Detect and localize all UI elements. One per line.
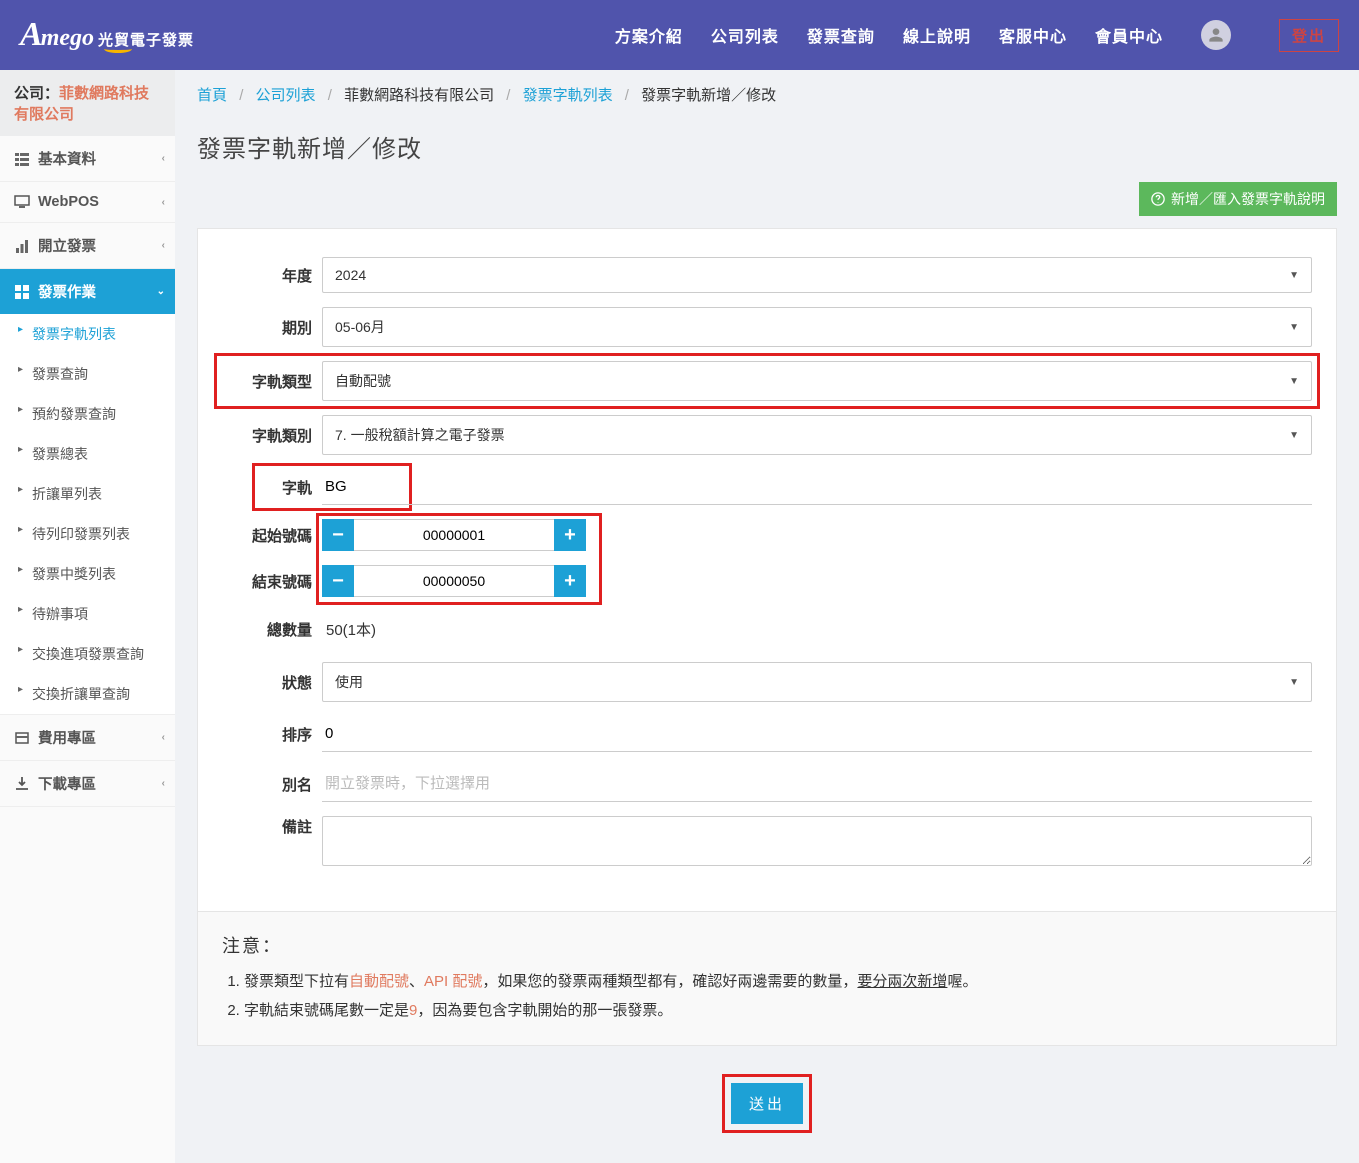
sidebar-item-label: 下載專區 bbox=[38, 773, 96, 794]
total-value: 50(1本) bbox=[322, 611, 1312, 648]
track-cat-select[interactable]: 7. 一般稅額計算之電子發票 ▼ bbox=[322, 415, 1312, 455]
year-label: 年度 bbox=[222, 265, 322, 286]
note-textarea[interactable] bbox=[322, 816, 1312, 866]
breadcrumb: 首頁 / 公司列表 / 菲數網路科技有限公司 / 發票字軌列表 / 發票字軌新增… bbox=[175, 70, 1359, 119]
sidebar-item-label: 發票作業 bbox=[38, 281, 96, 302]
submenu-track-list[interactable]: 發票字軌列表 bbox=[0, 314, 175, 354]
form-panel: 年度 2024 ▼ 期別 05-06月 ▼ bbox=[197, 228, 1337, 912]
period-select[interactable]: 05-06月 ▼ bbox=[322, 307, 1312, 347]
sidebar-item-label: 費用專區 bbox=[38, 727, 96, 748]
chevron-down-icon: ⌄ bbox=[157, 286, 165, 297]
chevron-left-icon: ‹ bbox=[162, 778, 165, 789]
submenu-todo[interactable]: 待辦事項 bbox=[0, 594, 175, 634]
nav-support[interactable]: 客服中心 bbox=[999, 23, 1067, 47]
chevron-left-icon: ‹ bbox=[162, 153, 165, 164]
submenu-pending-print[interactable]: 待列印發票列表 bbox=[0, 514, 175, 554]
start-num-label: 起始號碼 bbox=[222, 525, 322, 546]
sidebar-item-basic[interactable]: 基本資料 ‹ bbox=[0, 136, 175, 181]
track-type-select[interactable]: 自動配號 ▼ bbox=[322, 361, 1312, 401]
status-select[interactable]: 使用 ▼ bbox=[322, 662, 1312, 702]
sidebar-item-fees[interactable]: 費用專區 ‹ bbox=[0, 715, 175, 760]
caret-down-icon: ▼ bbox=[1289, 677, 1299, 688]
sidebar-item-issue[interactable]: 開立發票 ‹ bbox=[0, 223, 175, 268]
start-num-input[interactable] bbox=[354, 519, 554, 551]
sort-label: 排序 bbox=[222, 724, 322, 745]
chevron-left-icon: ‹ bbox=[162, 240, 165, 251]
submenu-invoice-summary[interactable]: 發票總表 bbox=[0, 434, 175, 474]
status-label: 狀態 bbox=[222, 672, 322, 693]
logout-button[interactable]: 登出 bbox=[1279, 19, 1339, 52]
nav-companies[interactable]: 公司列表 bbox=[711, 23, 779, 47]
sidebar-item-label: WebPOS bbox=[38, 194, 99, 210]
end-num-label: 結束號碼 bbox=[222, 571, 322, 592]
caret-down-icon: ▼ bbox=[1289, 376, 1299, 387]
nav-member[interactable]: 會員中心 bbox=[1095, 23, 1163, 47]
year-select[interactable]: 2024 ▼ bbox=[322, 257, 1312, 293]
submenu-invoice-query[interactable]: 發票查詢 bbox=[0, 354, 175, 394]
submit-button[interactable]: 送出 bbox=[731, 1083, 803, 1124]
top-header: Amego 光貿電子發票 方案介紹 公司列表 發票查詢 線上說明 客服中心 會員… bbox=[0, 0, 1359, 70]
chevron-left-icon: ‹ bbox=[162, 197, 165, 208]
avatar-icon[interactable] bbox=[1201, 20, 1231, 50]
notice-item-1: 發票類型下拉有自動配號、API 配號，如果您的發票兩種類型都有，確認好兩邊需要的… bbox=[244, 968, 1312, 997]
help-button[interactable]: 新增／匯入發票字軌說明 bbox=[1139, 182, 1337, 216]
submenu-winning-list[interactable]: 發票中獎列表 bbox=[0, 554, 175, 594]
track-type-label: 字軌類型 bbox=[222, 371, 322, 392]
alias-label: 別名 bbox=[222, 774, 322, 795]
alias-input[interactable] bbox=[322, 766, 1312, 802]
caret-down-icon: ▼ bbox=[1289, 322, 1299, 333]
submenu-allowance-list[interactable]: 折讓單列表 bbox=[0, 474, 175, 514]
sidebar-company: 公司：菲數網路科技有限公司 bbox=[0, 70, 175, 136]
end-num-input[interactable] bbox=[354, 565, 554, 597]
track-label: 字軌 bbox=[222, 477, 322, 498]
start-minus-button[interactable]: − bbox=[322, 519, 354, 551]
track-input[interactable] bbox=[322, 469, 1312, 505]
note-label: 備註 bbox=[222, 816, 322, 837]
top-nav: 方案介紹 公司列表 發票查詢 線上說明 客服中心 會員中心 登出 bbox=[615, 19, 1339, 52]
nav-invoice-query[interactable]: 發票查詢 bbox=[807, 23, 875, 47]
notice-item-2: 字軌結束號碼尾數一定是9，因為要包含字軌開始的那一張發票。 bbox=[244, 997, 1312, 1026]
total-label: 總數量 bbox=[222, 619, 322, 640]
sidebar-item-label: 基本資料 bbox=[38, 148, 96, 169]
notice-panel: 注意： 發票類型下拉有自動配號、API 配號，如果您的發票兩種類型都有，確認好兩… bbox=[197, 912, 1337, 1046]
page-title: 發票字軌新增／修改 bbox=[197, 129, 1337, 164]
question-circle-icon bbox=[1151, 192, 1165, 206]
caret-down-icon: ▼ bbox=[1289, 270, 1299, 281]
main-content: 首頁 / 公司列表 / 菲數網路科技有限公司 / 發票字軌列表 / 發票字軌新增… bbox=[175, 70, 1359, 1163]
submenu-exchange-allowance[interactable]: 交換折讓單查詢 bbox=[0, 674, 175, 714]
period-label: 期別 bbox=[222, 317, 322, 338]
submenu-exchange-in[interactable]: 交換進項發票查詢 bbox=[0, 634, 175, 674]
breadcrumb-companies[interactable]: 公司列表 bbox=[256, 87, 316, 104]
nav-plans[interactable]: 方案介紹 bbox=[615, 23, 683, 47]
breadcrumb-current: 發票字軌新增／修改 bbox=[641, 87, 776, 104]
start-plus-button[interactable]: + bbox=[554, 519, 586, 551]
breadcrumb-company-name: 菲數網路科技有限公司 bbox=[344, 87, 494, 104]
sidebar-item-webpos[interactable]: WebPOS ‹ bbox=[0, 182, 175, 222]
end-plus-button[interactable]: + bbox=[554, 565, 586, 597]
breadcrumb-home[interactable]: 首頁 bbox=[197, 87, 227, 104]
chevron-left-icon: ‹ bbox=[162, 732, 165, 743]
caret-down-icon: ▼ bbox=[1289, 430, 1299, 441]
sidebar: 公司：菲數網路科技有限公司 基本資料 ‹ WebPOS ‹ 開立發票 ‹ 發票作… bbox=[0, 70, 175, 1163]
sidebar-item-downloads[interactable]: 下載專區 ‹ bbox=[0, 761, 175, 806]
breadcrumb-track-list[interactable]: 發票字軌列表 bbox=[523, 87, 613, 104]
notice-title: 注意： bbox=[222, 932, 1312, 958]
nav-online-help[interactable]: 線上說明 bbox=[903, 23, 971, 47]
sort-input[interactable] bbox=[322, 716, 1312, 752]
sidebar-item-invoice-ops[interactable]: 發票作業 ⌄ bbox=[0, 269, 175, 314]
end-minus-button[interactable]: − bbox=[322, 565, 354, 597]
sidebar-item-label: 開立發票 bbox=[38, 235, 96, 256]
submenu-reserve-query[interactable]: 預約發票查詢 bbox=[0, 394, 175, 434]
track-cat-label: 字軌類別 bbox=[222, 425, 322, 446]
